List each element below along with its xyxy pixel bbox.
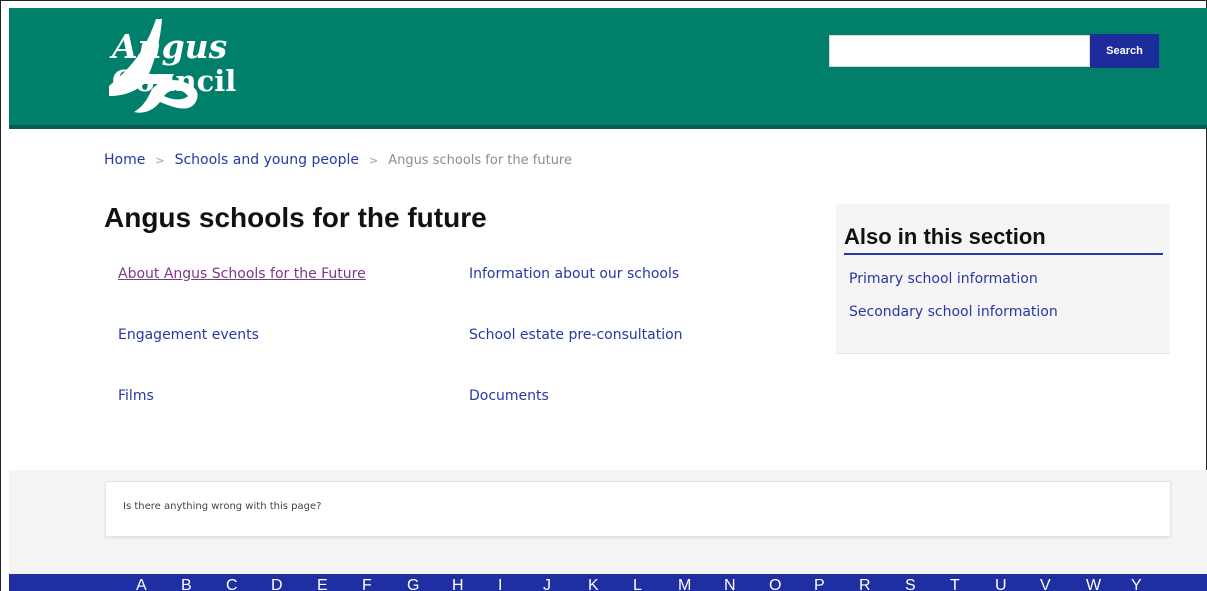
a-to-z-index: A B C D E F G H I J K L M N O P R S T U … [9,574,1207,591]
az-letter[interactable]: M [678,578,691,591]
breadcrumb-current: Angus schools for the future [388,152,572,168]
az-letter[interactable]: W [1086,578,1101,591]
feedback-prompt: Is there anything wrong with this page? [123,501,322,512]
link-documents[interactable]: Documents [469,388,549,404]
logo-line-angus: Angus [112,27,228,66]
breadcrumb-home[interactable]: Home [104,152,145,168]
az-letter[interactable]: J [543,578,551,591]
az-letter[interactable]: C [226,578,238,591]
az-letter[interactable]: K [588,578,599,591]
az-letter[interactable]: T [950,578,960,591]
az-letter[interactable]: N [724,578,736,591]
az-letter[interactable]: V [1040,578,1051,591]
link-primary-school-information[interactable]: Primary school information [849,271,1038,287]
breadcrumb-separator: > [155,153,165,167]
az-letter[interactable]: B [181,578,192,591]
az-letter[interactable]: D [271,578,283,591]
link-school-estate-preconsultation[interactable]: School estate pre-consultation [469,327,683,343]
link-about-schools-future[interactable]: About Angus Schools for the Future [118,266,366,282]
link-secondary-school-information[interactable]: Secondary school information [849,304,1058,320]
az-letter[interactable]: G [407,578,419,591]
az-letter[interactable]: H [452,578,464,591]
az-letter[interactable]: F [362,578,372,591]
link-films[interactable]: Films [118,388,154,404]
also-in-section-title: Also in this section [844,224,1163,255]
feedback-toggle[interactable]: Is there anything wrong with this page? [105,481,1171,537]
logo-line-council: Council [112,64,237,98]
page-title: Angus schools for the future [104,202,487,233]
search-input[interactable] [829,35,1090,67]
window-frame-top [0,0,1207,8]
window-frame-left [0,0,1,591]
az-letter[interactable]: L [633,578,642,591]
az-letter[interactable]: S [905,578,916,591]
az-letter[interactable]: E [317,578,328,591]
az-letter[interactable]: P [814,578,825,591]
breadcrumb-schools[interactable]: Schools and young people [175,152,359,168]
link-engagement-events[interactable]: Engagement events [118,327,259,343]
az-letter[interactable]: A [136,578,147,591]
az-letter[interactable]: Y [1131,578,1142,591]
breadcrumb-separator: > [368,153,379,167]
az-letter[interactable]: R [859,578,871,591]
az-letter[interactable]: O [769,578,781,591]
breadcrumb: Home > Schools and young people > Angus … [104,152,572,168]
logo-wordmark[interactable]: Angus Council [112,30,236,96]
site-header: Angus Council Search [9,8,1207,129]
az-letter[interactable]: I [498,578,502,591]
also-in-section-panel: Also in this section Primary school info… [836,204,1170,354]
search-button[interactable]: Search [1090,34,1159,68]
link-information-schools[interactable]: Information about our schools [469,266,679,282]
az-letter[interactable]: U [995,578,1007,591]
